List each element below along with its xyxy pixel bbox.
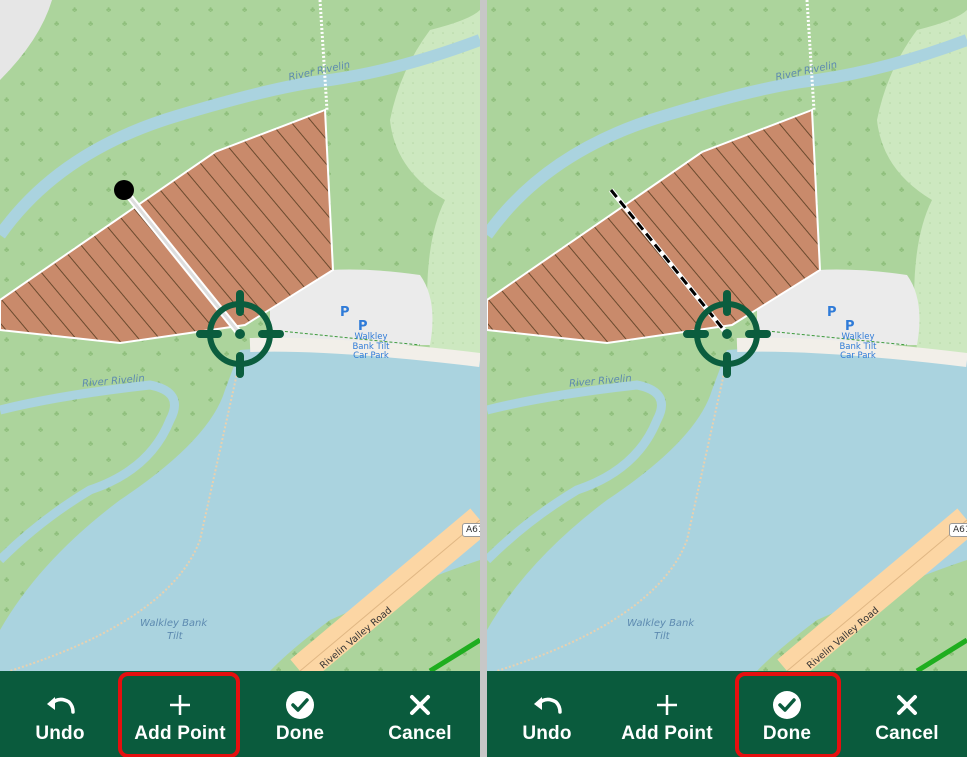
undo-button[interactable]: Undo	[0, 671, 120, 757]
done-label: Done	[762, 723, 812, 744]
close-icon	[895, 691, 919, 719]
reservoir-label-line1: Walkley Bank	[140, 618, 208, 629]
left-panel: ♣ ♣	[0, 0, 480, 757]
add-point-button[interactable]: Add Point	[607, 671, 727, 757]
car-park-label: Walkley Bank Tilt Car Park	[341, 332, 401, 362]
cancel-button[interactable]: Cancel	[847, 671, 967, 757]
undo-label: Undo	[35, 723, 85, 744]
line-start-point	[114, 180, 134, 200]
close-icon	[408, 691, 432, 719]
plus-icon	[655, 691, 679, 719]
add-point-button[interactable]: Add Point	[120, 671, 240, 757]
road-ref-shield: A61	[949, 523, 967, 537]
check-circle-icon	[772, 691, 802, 719]
cancel-label: Cancel	[388, 723, 452, 744]
map-view-right[interactable]: ♣ ♣	[487, 0, 967, 671]
undo-icon	[45, 691, 75, 719]
reservoir-label-line1: Walkley Bank	[627, 618, 695, 629]
check-circle-icon	[285, 691, 315, 719]
done-button[interactable]: Done	[240, 671, 360, 757]
map-canvas: ♣ ♣	[0, 0, 480, 671]
parking-icon: P	[827, 305, 837, 320]
undo-label: Undo	[522, 723, 572, 744]
add-point-label: Add Point	[621, 723, 713, 744]
plus-icon	[168, 691, 192, 719]
parking-icon: P	[340, 305, 350, 320]
reservoir-label-line2: Tilt	[654, 631, 670, 642]
edit-toolbar-right: Undo Add Point Done Cancel	[487, 671, 967, 757]
done-label: Done	[275, 723, 325, 744]
map-view-left[interactable]: ♣ ♣	[0, 0, 480, 671]
done-button[interactable]: Done	[727, 671, 847, 757]
panel-divider	[480, 0, 487, 757]
car-park-label-line3: Car Park	[353, 351, 389, 361]
map-canvas: ♣ ♣	[487, 0, 967, 671]
cancel-label: Cancel	[875, 723, 939, 744]
add-point-label: Add Point	[134, 723, 226, 744]
car-park-label: Walkley Bank Tilt Car Park	[828, 332, 888, 362]
undo-button[interactable]: Undo	[487, 671, 607, 757]
right-panel: ♣ ♣	[487, 0, 967, 757]
road-ref-shield: A61	[462, 523, 480, 537]
cancel-button[interactable]: Cancel	[360, 671, 480, 757]
car-park-label-line3: Car Park	[840, 351, 876, 361]
edit-toolbar-left: Undo Add Point Done Cancel	[0, 671, 480, 757]
undo-icon	[532, 691, 562, 719]
reservoir-label-line2: Tilt	[167, 631, 183, 642]
